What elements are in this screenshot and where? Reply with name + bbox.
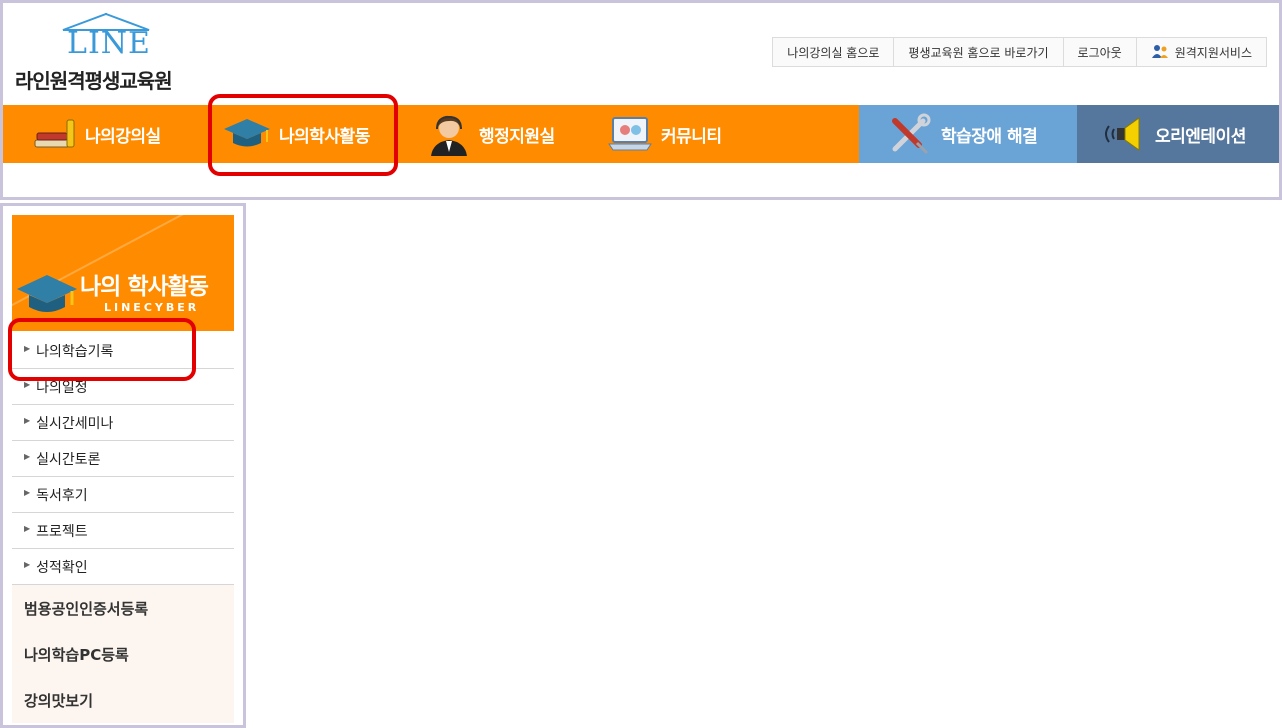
logo-name: 라인원격평생교육원 [15, 69, 173, 93]
sidebar-item-book-review[interactable]: ▶ 독서후기 [12, 477, 234, 513]
sidebar-extra-label: 나의학습PC등록 [24, 645, 129, 664]
sidebar-item-live-seminar[interactable]: ▶ 실시간세미나 [12, 405, 234, 441]
person-headset-icon [427, 112, 471, 156]
util-link-logout[interactable]: 로그아웃 [1062, 37, 1137, 67]
nav-label: 커뮤니티 [661, 126, 722, 147]
sidebar-panel: 나의 학사활동 LINECYBER ▶ 나의학습기록 ▶ 나의일정 ▶ 실시간세… [0, 203, 246, 728]
speaker-icon [1101, 114, 1147, 154]
util-link-remote-support[interactable]: 원격지원서비스 [1135, 37, 1267, 67]
sidebar-item-project[interactable]: ▶ 프로젝트 [12, 513, 234, 549]
books-icon [33, 116, 77, 152]
nav-my-academic[interactable]: 나의학사활동 [209, 105, 409, 163]
nav-my-lecture[interactable]: 나의강의실 [3, 105, 209, 163]
triangle-right-icon: ▶ [24, 452, 31, 461]
triangle-right-icon: ▶ [24, 560, 31, 569]
nav-label: 나의강의실 [85, 126, 161, 147]
sidebar-link-certificate[interactable]: 범용공인인증서등록 [12, 585, 234, 631]
sidebar-banner-subtitle: LINECYBER [104, 301, 200, 314]
util-link-label: 원격지원서비스 [1174, 45, 1252, 60]
sidebar-item-label: 성적확인 [36, 559, 88, 576]
graduation-cap-icon [223, 117, 271, 151]
sidebar-item-label: 프로젝트 [36, 523, 88, 540]
sidebar-link-preview[interactable]: 강의맛보기 [12, 677, 234, 723]
sidebar-menu: ▶ 나의학습기록 ▶ 나의일정 ▶ 실시간세미나 ▶ 실시간토론 ▶ 독서후기 … [12, 333, 234, 723]
triangle-right-icon: ▶ [24, 488, 31, 497]
nav-community[interactable]: 커뮤니티 [597, 105, 859, 163]
nav-admin-support[interactable]: 행정지원실 [409, 105, 597, 163]
graduation-cap-icon [16, 273, 78, 321]
utility-links: 나의강의실 홈으로 평생교육원 홈으로 바로가기 로그아웃 원격지원서비스 [772, 37, 1267, 67]
sidebar-item-label: 실시간세미나 [36, 415, 114, 432]
sidebar-item-learning-record[interactable]: ▶ 나의학습기록 [12, 333, 234, 369]
sidebar-banner: 나의 학사활동 LINECYBER [12, 215, 234, 331]
sidebar-item-label: 나의일정 [36, 379, 88, 396]
sidebar-item-label: 독서후기 [36, 487, 88, 504]
nav-label: 학습장애 해결 [941, 126, 1038, 147]
util-link-lecture-home[interactable]: 나의강의실 홈으로 [772, 37, 895, 67]
nav-label: 나의학사활동 [279, 126, 370, 147]
nav-troubleshoot[interactable]: 학습장애 해결 [859, 105, 1077, 163]
nav-orientation[interactable]: 오리엔테이션 [1077, 105, 1279, 163]
sidebar-extra-links: 범용공인인증서등록 나의학습PC등록 강의맛보기 [12, 584, 234, 723]
laptop-chat-icon [607, 114, 653, 154]
sidebar-item-label: 나의학습기록 [36, 343, 114, 360]
site-logo[interactable]: LINE 라인원격평생교육원 [15, 13, 195, 95]
people-icon [1151, 44, 1169, 60]
nav-label: 오리엔테이션 [1155, 126, 1246, 147]
sidebar-extra-label: 범용공인인증서등록 [24, 599, 149, 618]
triangle-right-icon: ▶ [24, 344, 31, 353]
sidebar-extra-label: 강의맛보기 [24, 691, 94, 710]
util-link-label: 로그아웃 [1077, 45, 1122, 60]
util-link-label: 평생교육원 홈으로 바로가기 [908, 45, 1049, 60]
util-link-label: 나의강의실 홈으로 [787, 45, 880, 60]
tools-icon [887, 113, 933, 155]
triangle-right-icon: ▶ [24, 380, 31, 389]
top-header-panel: LINE 라인원격평생교육원 나의강의실 홈으로 평생교육원 홈으로 바로가기 … [0, 0, 1282, 200]
sidebar-item-schedule[interactable]: ▶ 나의일정 [12, 369, 234, 405]
main-nav: 나의강의실 나의학사활동 행정지원실 커뮤니티 학습장애 해결 오리엔테이션 [3, 105, 1279, 163]
util-link-institute-home[interactable]: 평생교육원 홈으로 바로가기 [893, 37, 1064, 67]
sidebar-item-live-discussion[interactable]: ▶ 실시간토론 [12, 441, 234, 477]
sidebar-item-grades[interactable]: ▶ 성적확인 [12, 549, 234, 585]
sidebar-banner-title: 나의 학사활동 [80, 274, 209, 300]
logo-mark: LINE [67, 26, 151, 61]
triangle-right-icon: ▶ [24, 416, 31, 425]
sidebar-link-pc-register[interactable]: 나의학습PC등록 [12, 631, 234, 677]
triangle-right-icon: ▶ [24, 524, 31, 533]
nav-label: 행정지원실 [479, 126, 555, 147]
sidebar-item-label: 실시간토론 [36, 451, 101, 468]
